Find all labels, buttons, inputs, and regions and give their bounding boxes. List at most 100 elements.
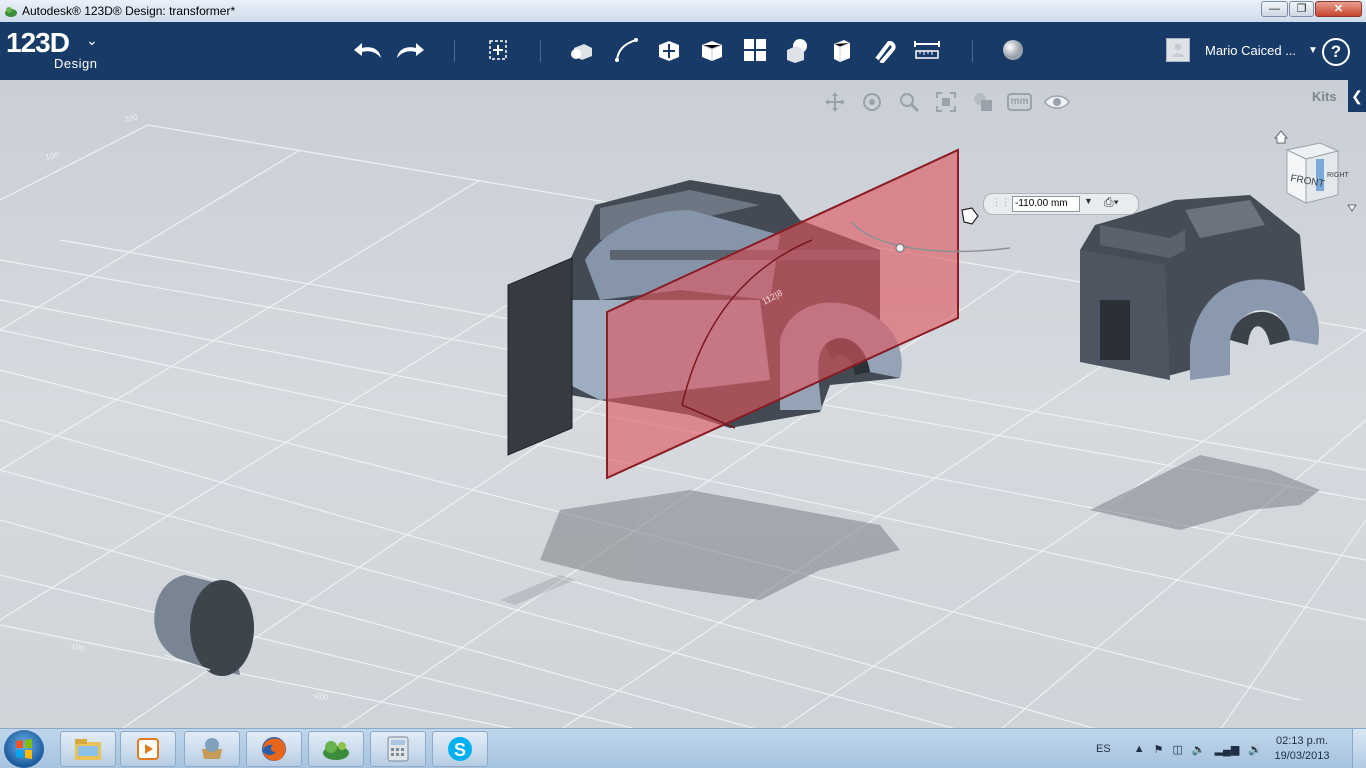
zoom-button[interactable] — [894, 90, 923, 114]
app-toolbar: 123D Design ⌄ Mario Caiced ... ▼ ? — [0, 22, 1366, 80]
cursor-hand-icon — [961, 207, 979, 225]
calculator-icon — [387, 736, 409, 762]
caret-down-icon: ▼ — [1308, 44, 1318, 56]
start-button[interactable] — [4, 730, 44, 768]
action-center-icon[interactable]: ⚑ — [1154, 743, 1164, 756]
viewcube-menu-icon[interactable] — [1347, 204, 1357, 212]
pattern-button[interactable] — [737, 32, 773, 68]
dimension-input[interactable]: -110.00 mm — [1012, 196, 1080, 212]
redo-button[interactable] — [392, 32, 428, 68]
network-icon[interactable]: ▂▄▆ — [1215, 743, 1240, 756]
tray-expand-icon[interactable]: ▲ — [1134, 743, 1145, 755]
restore-icon: ❐ — [1296, 3, 1307, 15]
taskbar-skype[interactable]: S — [432, 731, 488, 767]
grid-label: 100 — [45, 150, 60, 162]
view-nav-bar: mm — [820, 90, 1071, 114]
redo-icon — [397, 43, 424, 58]
taskbar-app[interactable] — [184, 731, 240, 767]
minimize-button[interactable]: — — [1261, 1, 1288, 17]
separator — [454, 40, 455, 62]
sketch-button[interactable] — [608, 32, 644, 68]
app-icon — [202, 738, 222, 759]
combine-button[interactable] — [823, 32, 859, 68]
ground-shadows — [500, 455, 1320, 605]
show-desktop-button[interactable] — [1352, 729, 1366, 768]
firefox-icon — [262, 737, 286, 761]
taskbar-123d[interactable] — [308, 731, 364, 767]
transform-icon — [489, 40, 507, 60]
dimension-options-icon[interactable]: ⎙▾ — [1104, 195, 1119, 210]
kits-panel-toggle[interactable]: ❮ — [1348, 80, 1366, 112]
model-part-right[interactable] — [1080, 195, 1320, 380]
side-plate[interactable] — [507, 257, 573, 456]
app-logo-icon — [5, 7, 17, 17]
visibility-icon — [1043, 95, 1070, 109]
home-icon[interactable] — [1273, 130, 1289, 144]
separator — [972, 40, 973, 62]
device-icon[interactable]: ◫ — [1172, 743, 1182, 756]
separator — [540, 40, 541, 62]
zoom-icon — [899, 93, 919, 113]
grouping-button[interactable] — [780, 32, 816, 68]
help-button[interactable]: ? — [1322, 38, 1350, 66]
volume-icon[interactable]: 🔊 — [1248, 743, 1262, 756]
model-cylinder[interactable] — [154, 575, 254, 676]
taskbar-firefox[interactable] — [246, 731, 302, 767]
kits-label[interactable]: Kits — [1312, 89, 1337, 104]
scene-canvas[interactable]: 200 100 -200 -100 112|8 — [0, 80, 1366, 728]
fit-button[interactable] — [931, 90, 960, 114]
view-cube[interactable]: FRONT RIGHT — [1270, 125, 1360, 215]
undo-button[interactable] — [350, 32, 386, 68]
clock-date: 19/03/2013 — [1274, 750, 1330, 762]
window-title: Autodesk® 123D® Design: transformer* — [22, 4, 236, 18]
close-button[interactable]: ✕ — [1315, 1, 1362, 17]
modify-button[interactable] — [694, 32, 730, 68]
pattern-icon — [744, 39, 766, 61]
grid-label: -100 — [68, 641, 86, 653]
taskbar-media-player[interactable] — [120, 731, 176, 767]
chevron-down-icon: ⌄ — [86, 32, 98, 48]
dimension-dropdown-icon[interactable]: ▼ — [1084, 196, 1093, 206]
taskbar-explorer[interactable] — [60, 731, 116, 767]
logo-sub: Design — [54, 56, 98, 71]
units-button[interactable]: mm — [1005, 90, 1034, 114]
windows-explorer-icon — [75, 739, 101, 760]
primitives-button[interactable] — [564, 32, 600, 68]
material-icon — [1003, 40, 1023, 60]
restore-button[interactable]: ❐ — [1289, 1, 1314, 17]
visibility-button[interactable] — [1042, 90, 1071, 114]
taskbar-calculator[interactable] — [370, 731, 426, 767]
orbit-icon — [862, 93, 881, 111]
user-icon — [1172, 43, 1184, 57]
dimension-input-box: ⋮⋮ -110.00 mm ▼ ⎙▾ — [983, 193, 1139, 215]
3d-viewport[interactable]: 200 100 -200 -100 112|8 mm Kits ❮ FRONT … — [0, 80, 1366, 728]
combine-icon — [833, 40, 851, 62]
materials-outlines-button[interactable] — [968, 90, 997, 114]
volume-mute-icon[interactable]: 🔈 — [1192, 743, 1206, 756]
screen: Autodesk® 123D® Design: transformer* — ❐… — [0, 0, 1366, 768]
pan-button[interactable] — [820, 90, 849, 114]
user-menu[interactable]: Mario Caiced ... ▼ — [1166, 36, 1318, 64]
123d-icon — [323, 741, 349, 760]
units-label: mm — [1006, 93, 1033, 111]
measure-button[interactable] — [909, 32, 945, 68]
orbit-button[interactable] — [857, 90, 886, 114]
title-bar: Autodesk® 123D® Design: transformer* — ❐… — [0, 0, 1366, 23]
app-menu-logo[interactable]: 123D Design ⌄ — [6, 27, 98, 72]
snap-icon — [875, 41, 896, 63]
language-indicator[interactable]: ES — [1096, 743, 1111, 755]
grid-label: 200 — [124, 112, 139, 124]
clock[interactable]: 02:13 p.m. 19/03/2013 — [1272, 734, 1332, 764]
svg-text:S: S — [454, 740, 466, 760]
material-button[interactable] — [995, 32, 1031, 68]
sketch-icon — [615, 38, 638, 62]
construct-icon — [659, 41, 679, 61]
primitives-icon — [571, 44, 592, 60]
transform-button[interactable] — [480, 32, 516, 68]
clock-time: 02:13 p.m. — [1276, 735, 1328, 747]
construct-button[interactable] — [651, 32, 687, 68]
modify-icon — [701, 41, 723, 61]
skype-icon: S — [448, 737, 472, 761]
snap-button[interactable] — [866, 32, 902, 68]
logo-main: 123D — [6, 27, 70, 58]
